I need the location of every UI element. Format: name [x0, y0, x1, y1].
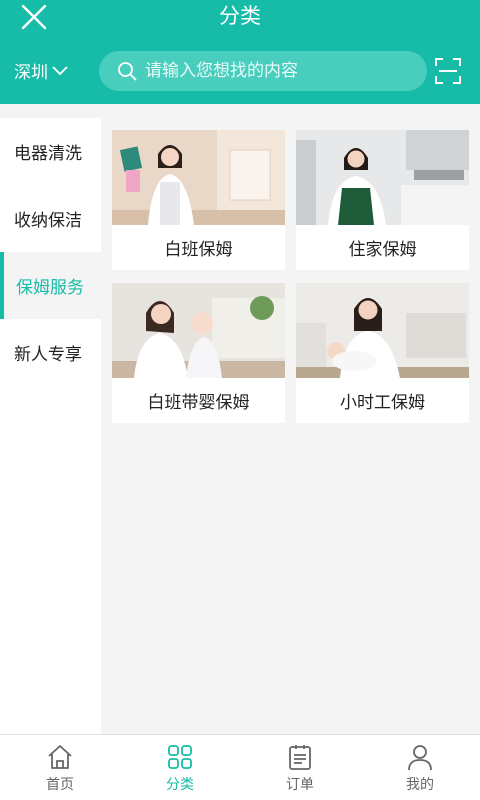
- sidebar-item-appliance-cleaning[interactable]: 电器清洗: [0, 118, 101, 185]
- card-label: 小时工保姆: [340, 393, 425, 413]
- tab-label: 首页: [46, 777, 74, 793]
- service-card-live-in-nanny[interactable]: 住家保姆: [296, 130, 469, 270]
- chevron-down-icon: [52, 65, 68, 75]
- tab-label: 我的: [406, 777, 434, 793]
- scan-icon[interactable]: [434, 57, 462, 85]
- tab-home[interactable]: 首页: [0, 735, 120, 800]
- sidebar-item-newcomer[interactable]: 新人专享: [0, 319, 101, 386]
- service-grid: 白班保姆 住家保姆 白班带婴保姆 小时工保姆: [101, 118, 480, 734]
- card-label: 住家保姆: [348, 240, 417, 260]
- sidebar-item-label: 电器清洗: [14, 144, 82, 164]
- page-title: 分类: [219, 4, 261, 28]
- sidebar-item-label: 保姆服务: [16, 278, 84, 298]
- card-label: 白班带婴保姆: [147, 393, 250, 413]
- search-icon: [118, 62, 137, 81]
- tab-orders[interactable]: 订单: [240, 735, 360, 800]
- search-input[interactable]: [145, 61, 415, 81]
- search-bar[interactable]: [99, 51, 427, 91]
- service-card-daytime-infant-nanny[interactable]: 白班带婴保姆: [112, 283, 285, 423]
- profile-icon: [408, 745, 432, 771]
- header: 分类 深圳: [0, 0, 480, 104]
- nanny-photo: [296, 130, 469, 225]
- city-selector[interactable]: 深圳: [14, 58, 68, 83]
- tab-category[interactable]: 分类: [120, 735, 240, 800]
- bottom-tab-bar: 首页 分类 订单 我的: [0, 734, 480, 800]
- nanny-with-baby-photo: [112, 283, 285, 378]
- city-label: 深圳: [14, 63, 48, 83]
- tab-label: 分类: [166, 777, 194, 793]
- card-label: 白班保姆: [164, 240, 233, 260]
- category-icon: [168, 745, 192, 769]
- home-icon: [48, 745, 72, 769]
- tab-label: 订单: [286, 777, 314, 793]
- sidebar-item-storage-cleaning[interactable]: 收纳保洁: [0, 185, 101, 252]
- order-icon: [289, 745, 311, 770]
- nanny-with-baby-photo: [296, 283, 469, 378]
- tab-profile[interactable]: 我的: [360, 735, 480, 800]
- service-card-daytime-nanny[interactable]: 白班保姆: [112, 130, 285, 270]
- service-card-hourly-nanny[interactable]: 小时工保姆: [296, 283, 469, 423]
- sidebar-item-label: 收纳保洁: [14, 211, 82, 231]
- sidebar-item-nanny-service[interactable]: 保姆服务: [0, 252, 101, 319]
- sidebar-item-label: 新人专享: [14, 345, 82, 365]
- category-sidebar: 电器清洗 收纳保洁 保姆服务 新人专享: [0, 118, 101, 734]
- nanny-photo: [112, 130, 285, 225]
